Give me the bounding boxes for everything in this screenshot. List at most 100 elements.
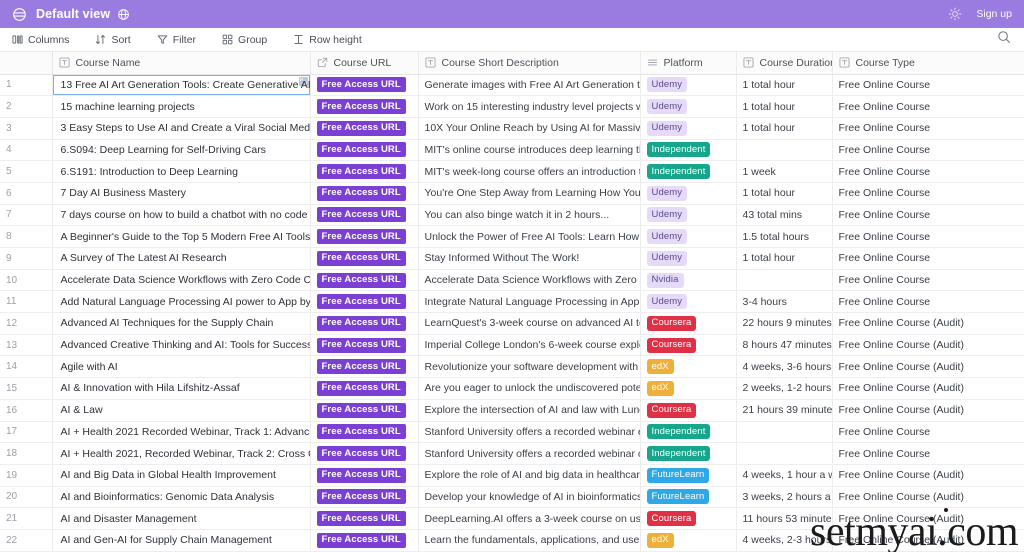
cell-course-short-description[interactable]: Revolutionize your software development …	[418, 355, 641, 379]
cell-course-short-description[interactable]: Explore the role of AI and big data in h…	[418, 464, 641, 487]
cell-course-type[interactable]: Free Online Course	[832, 95, 1024, 118]
cell-course-duration[interactable]: 1 total hour	[736, 247, 833, 270]
cell-course-short-description[interactable]: Work on 15 interesting industry level pr…	[418, 95, 641, 118]
cell-course-url[interactable]: Free Access URL	[310, 312, 419, 335]
cell-course-type[interactable]: Free Online Course (Audit)	[832, 507, 1024, 530]
cell-platform[interactable]: Coursera	[640, 312, 737, 335]
cell-platform[interactable]: FutureLearn	[640, 486, 737, 509]
cell-course-duration[interactable]: 22 hours 9 minutes	[736, 312, 833, 335]
cell-course-short-description[interactable]: MIT's online course introduces deep lear…	[418, 139, 641, 162]
data-grid[interactable]: Course Name Course URL Course Short Desc…	[0, 52, 1024, 552]
cell-course-url[interactable]: Free Access URL	[310, 486, 419, 509]
cell-course-duration[interactable]: 4 weeks, 3-6 hours a we	[736, 355, 833, 379]
table-row[interactable]: 22 AI and Gen-AI for Supply Chain Managem…	[0, 529, 1024, 552]
table-row[interactable]: 2 15 machine learning projects Free Access…	[0, 95, 1024, 118]
table-row[interactable]: 5 6.S191: Introduction to Deep Learning Fr…	[0, 160, 1024, 183]
cell-course-name[interactable]: 3 Easy Steps to Use AI and Create a Vira…	[52, 117, 311, 140]
free-access-url-button[interactable]: Free Access URL	[316, 272, 406, 288]
toolbar-sort-button[interactable]: Sort	[95, 34, 131, 46]
cell-course-duration[interactable]: 8 hours 47 minutes	[736, 334, 833, 357]
cell-course-type[interactable]: Free Online Course	[832, 117, 1024, 140]
table-row[interactable]: 3 3 Easy Steps to Use AI and Create a Vir…	[0, 117, 1024, 140]
cell-course-type[interactable]: Free Online Course (Audit)	[832, 464, 1024, 487]
cell-platform[interactable]: Udemy	[640, 182, 737, 205]
cell-course-url[interactable]: Free Access URL	[310, 529, 419, 552]
cell-course-url[interactable]: Free Access URL	[310, 139, 419, 162]
cell-course-short-description[interactable]: Integrate Natural Language Processing in…	[418, 290, 641, 314]
table-row[interactable]: 7 7 days course on how to build a chatbot…	[0, 204, 1024, 227]
cell-course-type[interactable]: Free Online Course	[832, 442, 1024, 465]
toolbar-row-height-button[interactable]: Row height	[293, 34, 362, 46]
cell-course-name[interactable]: Add Natural Language Processing AI power…	[52, 290, 311, 314]
table-row[interactable]: 9 A Survey of The Latest AI Research Free …	[0, 247, 1024, 270]
table-row[interactable]: 21 AI and Disaster Management Free Access …	[0, 507, 1024, 530]
table-row[interactable]: 19 AI and Big Data in Global Health Impro…	[0, 464, 1024, 487]
cell-platform[interactable]: FutureLearn	[640, 464, 737, 487]
cell-course-url[interactable]: Free Access URL	[310, 399, 419, 422]
cell-course-url[interactable]: Free Access URL	[310, 507, 419, 530]
table-row[interactable]: 12 Advanced AI Techniques for the Supply …	[0, 312, 1024, 335]
free-access-url-button[interactable]: Free Access URL	[316, 467, 406, 483]
cell-course-duration[interactable]: 1 total hour	[736, 95, 833, 118]
cell-course-duration[interactable]: 1 total hour	[736, 182, 833, 205]
free-access-url-button[interactable]: Free Access URL	[316, 315, 406, 331]
cell-course-duration[interactable]: 2 weeks, 1-2 hours a we	[736, 377, 833, 400]
cell-course-short-description[interactable]: Explore the intersection of AI and law w…	[418, 399, 641, 422]
cell-course-name[interactable]: AI and Big Data in Global Health Improve…	[52, 464, 311, 487]
globe-icon[interactable]	[117, 8, 130, 21]
cell-course-url[interactable]: Free Access URL	[310, 464, 419, 487]
cell-course-url[interactable]: Free Access URL	[310, 247, 419, 270]
cell-course-name[interactable]: Agile with AI	[52, 355, 311, 379]
header-course-name[interactable]: Course Name	[52, 52, 311, 75]
cell-course-short-description[interactable]: Develop your knowledge of AI in bioinfor…	[418, 486, 641, 509]
cell-course-url[interactable]: Free Access URL	[310, 182, 419, 205]
free-access-url-button[interactable]: Free Access URL	[316, 337, 406, 353]
cell-platform[interactable]: Udemy	[640, 117, 737, 140]
free-access-url-button[interactable]: Free Access URL	[316, 380, 406, 396]
cell-course-type[interactable]: Free Online Course	[832, 204, 1024, 227]
cell-course-url[interactable]: Free Access URL	[310, 334, 419, 357]
cell-course-url[interactable]: Free Access URL	[310, 117, 419, 140]
cell-course-name[interactable]: 7 days course on how to build a chatbot …	[52, 204, 311, 227]
cell-platform[interactable]: Udemy	[640, 290, 737, 314]
cell-course-name[interactable]: AI + Health 2021, Recorded Webinar, Trac…	[52, 442, 311, 465]
cell-course-url[interactable]: Free Access URL	[310, 225, 419, 248]
cell-course-url[interactable]: Free Access URL	[310, 377, 419, 400]
cell-course-url[interactable]: Free Access URL	[310, 355, 419, 379]
cell-course-duration[interactable]	[736, 139, 833, 162]
cell-course-name[interactable]: AI + Health 2021 Recorded Webinar, Track…	[52, 421, 311, 444]
cell-course-name[interactable]: 7 Day AI Business Mastery	[52, 182, 311, 205]
cell-course-short-description[interactable]: Generate images with Free AI Art Generat…	[418, 74, 641, 97]
free-access-url-button[interactable]: Free Access URL	[316, 99, 406, 115]
cell-course-name[interactable]: AI & Law	[52, 399, 311, 422]
cell-course-url[interactable]: Free Access URL	[310, 442, 419, 465]
table-row[interactable]: 18 AI + Health 2021, Recorded Webinar, Tr…	[0, 442, 1024, 465]
toolbar-filter-button[interactable]: Filter	[157, 34, 196, 46]
cell-course-type[interactable]: Free Online Course (Audit)	[832, 377, 1024, 400]
header-course-type[interactable]: Course Type	[832, 52, 1024, 75]
cell-course-short-description[interactable]: Accelerate Data Science Workflows with Z…	[418, 269, 641, 292]
cell-platform[interactable]: Independent	[640, 442, 737, 465]
free-access-url-button[interactable]: Free Access URL	[316, 511, 406, 527]
table-row[interactable]: 13 Advanced Creative Thinking and AI: Too…	[0, 334, 1024, 357]
cell-platform[interactable]: Udemy	[640, 95, 737, 118]
cell-course-short-description[interactable]: Stanford University offers a recorded we…	[418, 421, 641, 444]
cell-course-url[interactable]: Free Access URL	[310, 160, 419, 183]
cell-course-duration[interactable]: 4 weeks, 2-3 hours a we	[736, 529, 833, 552]
cell-course-url[interactable]: Free Access URL	[310, 269, 419, 292]
cell-course-duration[interactable]: 3 weeks, 2 hours a week	[736, 486, 833, 509]
cell-course-type[interactable]: Free Online Course (Audit)	[832, 355, 1024, 379]
header-course-url[interactable]: Course URL	[310, 52, 419, 75]
free-access-url-button[interactable]: Free Access URL	[316, 489, 406, 505]
cell-course-short-description[interactable]: Stay Informed Without The Work!	[418, 247, 641, 270]
cell-platform[interactable]: Independent	[640, 139, 737, 162]
table-row[interactable]: 17 AI + Health 2021 Recorded Webinar, Tra…	[0, 421, 1024, 444]
toolbar-columns-button[interactable]: Columns	[12, 34, 69, 46]
cell-course-duration[interactable]	[736, 269, 833, 292]
header-course-short-description[interactable]: Course Short Description	[418, 52, 641, 75]
free-access-url-button[interactable]: Free Access URL	[316, 77, 406, 93]
cell-platform[interactable]: Coursera	[640, 507, 737, 530]
table-row[interactable]: 4 6.S094: Deep Learning for Self-Driving …	[0, 139, 1024, 162]
signup-link[interactable]: Sign up	[976, 8, 1012, 20]
free-access-url-button[interactable]: Free Access URL	[316, 207, 406, 223]
